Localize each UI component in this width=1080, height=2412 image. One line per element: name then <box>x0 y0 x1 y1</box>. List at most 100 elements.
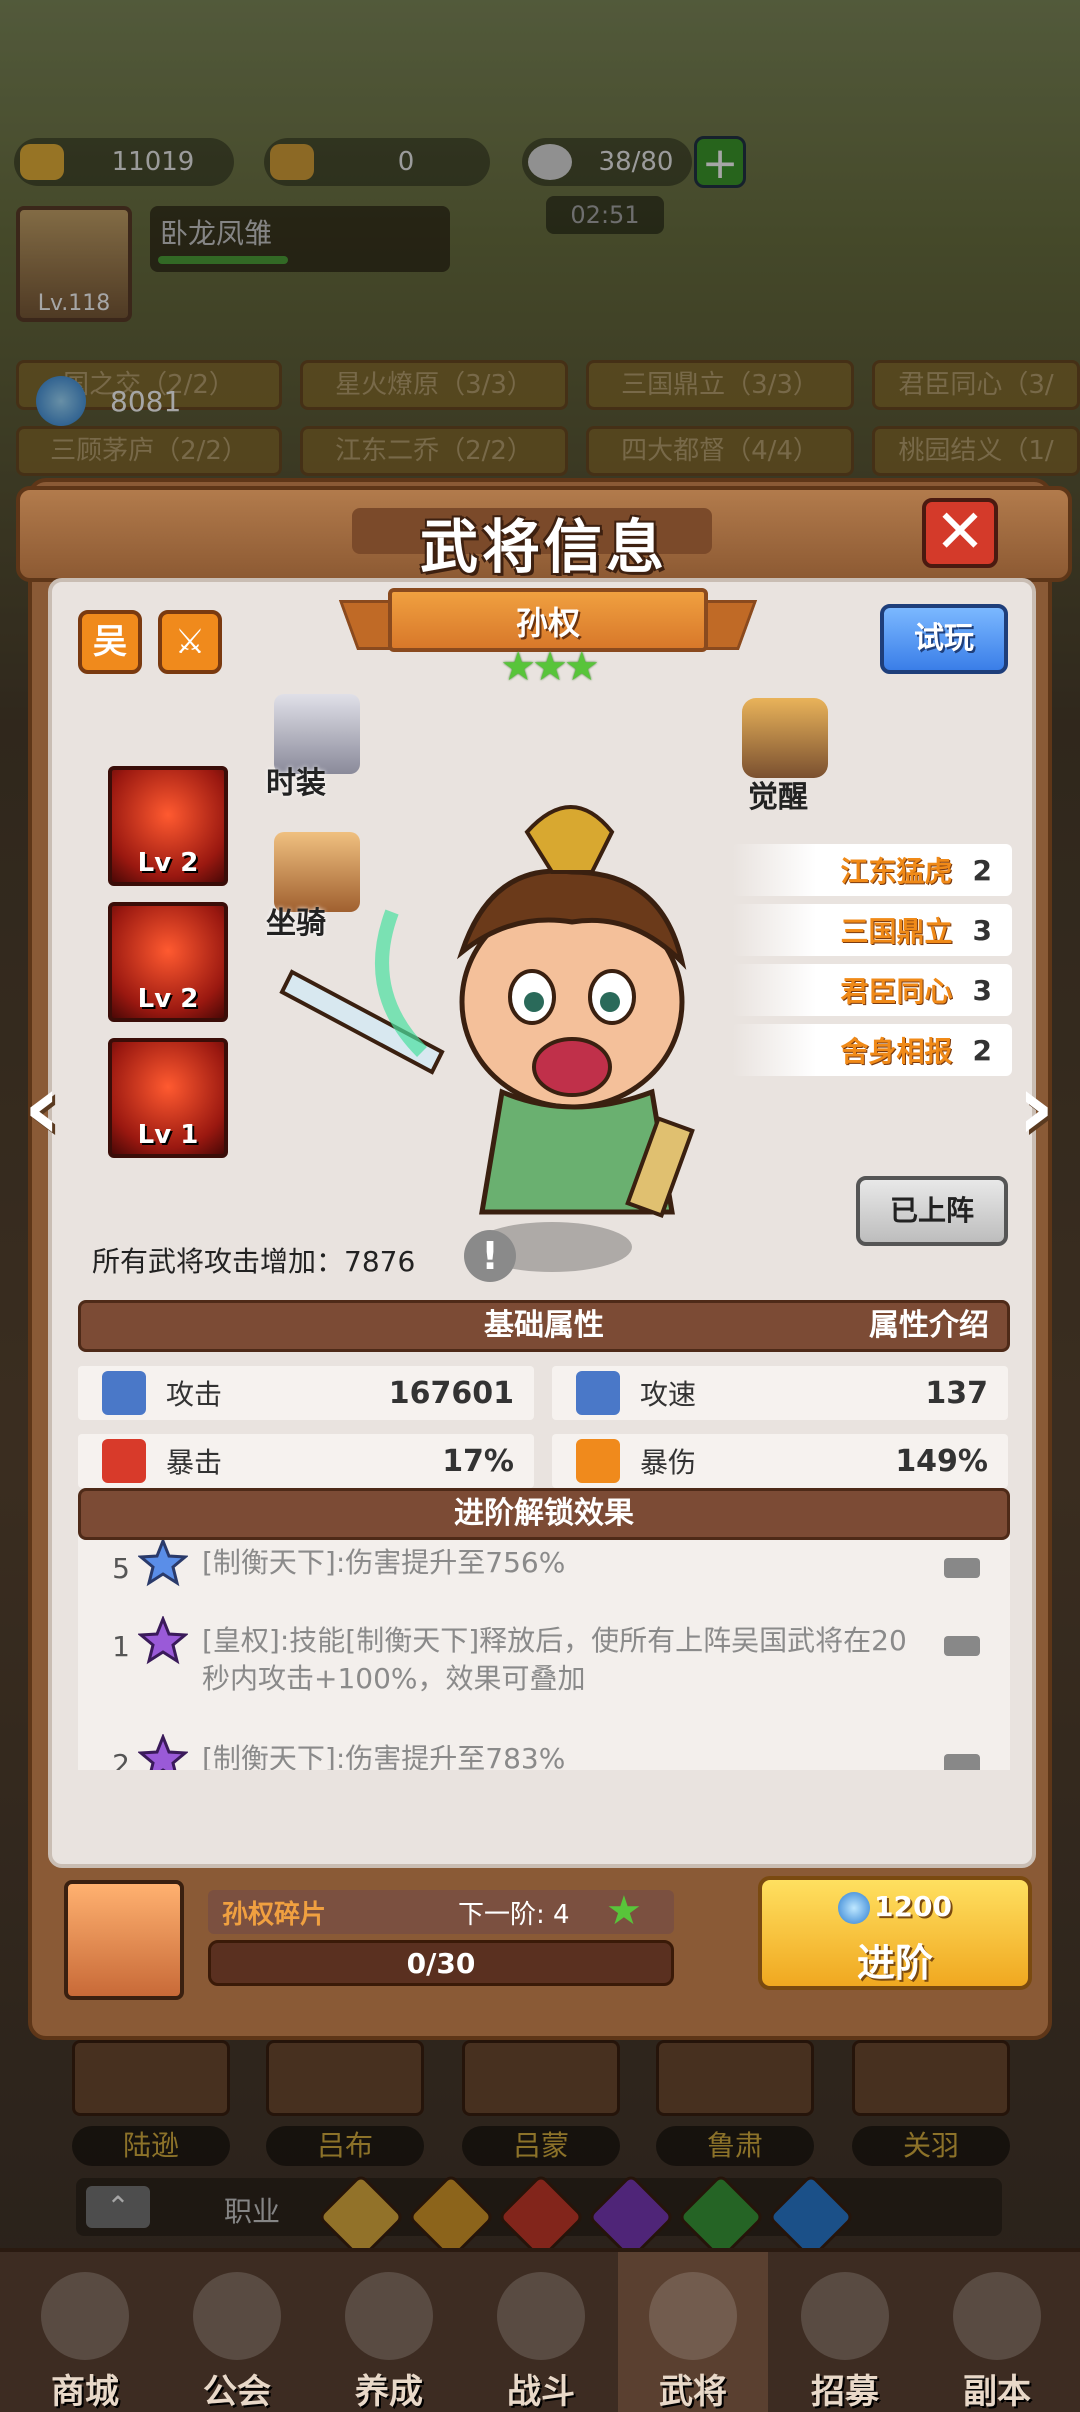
base-attr-title: 基础属性 <box>484 1308 604 1343</box>
lock-icon <box>944 1558 980 1578</box>
modal-title: 武将信息 <box>419 513 668 581</box>
name-banner: 孙权 ★★★ <box>338 588 758 690</box>
helmet-icon <box>649 2272 737 2360</box>
fragment-progress-text: 0/30 <box>406 1947 476 1980</box>
trial-button[interactable]: 试玩 <box>880 604 1008 674</box>
modal-header: 武将信息 ✕ <box>16 486 1072 582</box>
crit-damage-icon <box>576 1439 620 1483</box>
hero-stars: ★★★ <box>500 644 600 690</box>
bond-row[interactable]: 三国鼎立 3 <box>732 904 1012 956</box>
next-hero-arrow[interactable]: › <box>1008 1063 1064 1154</box>
stat-value: 137 <box>925 1375 988 1411</box>
stat-label: 暴击 <box>166 1446 223 1479</box>
fragment-avatar[interactable] <box>64 1880 184 2000</box>
effect-text: [制衡天下]:伤害提升至783% <box>202 1742 566 1770</box>
nav-cultivate[interactable]: 养成 <box>314 2252 464 2412</box>
effect-num: 5 <box>112 1552 130 1585</box>
bond-count: 2 <box>972 853 992 887</box>
attack-bonus-text: 所有武将攻击增加：7876 <box>92 1245 416 1278</box>
stat-value: 167601 <box>388 1375 514 1411</box>
costume-label: 时装 <box>266 766 326 801</box>
nav-label: 养成 <box>355 2372 423 2412</box>
attack-icon <box>102 1371 146 1415</box>
sword-icon: ⚔ <box>174 622 206 662</box>
bond-name: 江东猛虎 <box>840 855 953 888</box>
dungeon-icon <box>953 2272 1041 2360</box>
fragment-label: 孙权碎片 <box>222 1900 327 1930</box>
shop-icon <box>41 2272 129 2360</box>
advance-effects-header: 进阶解锁效果 <box>78 1488 1010 1540</box>
recruit-icon <box>801 2272 889 2360</box>
advance-cost: 1200 <box>762 1890 1028 1924</box>
awaken-icon[interactable] <box>742 698 828 778</box>
effect-row: 1 [皇权]:技能[制衡天下]释放后，使所有上阵吴国武将在20秒内攻击+100%… <box>78 1616 1010 1698</box>
bond-name: 君臣同心 <box>840 975 953 1008</box>
bottom-nav: 商城 公会 养成 战斗 武将 招募 副本 <box>0 2248 1080 2412</box>
effect-text: [制衡天下]:伤害提升至756% <box>202 1546 566 1579</box>
stat-attack: 攻击 167601 <box>78 1366 534 1420</box>
nav-heroes[interactable]: 武将 <box>618 2252 768 2412</box>
awaken-label: 觉醒 <box>748 780 808 815</box>
base-attr-header: 基础属性 属性介绍 <box>78 1300 1010 1352</box>
bond-name: 舍身相报 <box>840 1035 953 1068</box>
skill-slot-1[interactable]: Lv 2 <box>108 766 228 886</box>
hero-panel: 吴 ⚔ 孙权 ★★★ 试玩 Lv 2 Lv 2 Lv 1 时装 坐骑 觉醒 江东… <box>48 578 1036 1868</box>
info-mark: ! <box>481 1234 499 1278</box>
guild-icon <box>193 2272 281 2360</box>
close-button[interactable]: ✕ <box>922 498 998 568</box>
crit-icon <box>102 1439 146 1483</box>
advance-cost-value: 1200 <box>874 1890 952 1923</box>
nav-label: 战斗 <box>507 2372 575 2412</box>
prev-hero-arrow[interactable]: ‹ <box>14 1063 70 1154</box>
faction-button[interactable]: 吴 <box>78 610 142 674</box>
stat-attack-speed: 攻速 137 <box>552 1366 1008 1420</box>
attr-intro-link[interactable]: 属性介绍 <box>869 1303 989 1349</box>
stat-label: 攻速 <box>640 1378 697 1411</box>
attack-speed-icon <box>576 1371 620 1415</box>
nav-shop[interactable]: 商城 <box>10 2252 160 2412</box>
cultivate-icon <box>345 2272 433 2360</box>
advance-label: 进阶 <box>856 1941 933 1985</box>
hero-name: 孙权 <box>515 604 580 642</box>
skill-level: Lv 1 <box>137 1120 199 1150</box>
effect-num: 1 <box>112 1630 130 1663</box>
skill-level: Lv 2 <box>137 848 199 878</box>
faction-label: 吴 <box>93 622 127 662</box>
nav-label: 商城 <box>51 2372 119 2412</box>
info-icon[interactable]: ! <box>464 1230 516 1282</box>
nav-guild[interactable]: 公会 <box>162 2252 312 2412</box>
skill-slot-3[interactable]: Lv 1 <box>108 1038 228 1158</box>
next-stage-label: 下一阶: 4 <box>458 1900 570 1930</box>
bond-count: 3 <box>972 913 992 947</box>
bond-row[interactable]: 江东猛虎 2 <box>732 844 1012 896</box>
skill-slot-2[interactable]: Lv 2 <box>108 902 228 1022</box>
fragment-progress-bar: 0/30 <box>208 1940 674 1986</box>
nav-label: 武将 <box>659 2372 727 2412</box>
stat-value: 149% <box>895 1443 988 1479</box>
nav-dungeon[interactable]: 副本 <box>922 2252 1072 2412</box>
stat-label: 攻击 <box>166 1378 223 1411</box>
fragment-row: 孙权碎片 下一阶: 4 ★ 0/30 1200 进阶 <box>48 1876 1036 2006</box>
green-star-icon: ★ <box>606 1888 642 1934</box>
stat-crit: 暴击 17% <box>78 1434 534 1488</box>
close-icon: ✕ <box>934 497 986 567</box>
nav-label: 招募 <box>811 2372 879 2412</box>
effect-row: 5 [制衡天下]:伤害提升至756% <box>78 1538 1010 1588</box>
nav-label: 公会 <box>203 2372 271 2412</box>
effect-text: [皇权]:技能[制衡天下]释放后，使所有上阵吴国武将在20秒内攻击+100%，效… <box>202 1624 907 1695</box>
bond-row[interactable]: 舍身相报 2 <box>732 1024 1012 1076</box>
mount-label: 坐骑 <box>266 906 326 941</box>
stat-label: 暴伤 <box>640 1446 697 1479</box>
lock-icon <box>944 1636 980 1656</box>
purple-star-icon <box>138 1616 188 1665</box>
bond-row[interactable]: 君臣同心 3 <box>732 964 1012 1016</box>
class-sword-button[interactable]: ⚔ <box>158 610 222 674</box>
nav-battle[interactable]: 战斗 <box>466 2252 616 2412</box>
nav-recruit[interactable]: 招募 <box>770 2252 920 2412</box>
gem-icon <box>838 1892 871 1924</box>
bond-name: 三国鼎立 <box>840 915 953 948</box>
deployed-button[interactable]: 已上阵 <box>856 1176 1008 1246</box>
nav-label: 副本 <box>963 2372 1031 2412</box>
advance-button[interactable]: 1200 进阶 <box>758 1876 1032 1990</box>
bond-count: 2 <box>972 1033 992 1067</box>
